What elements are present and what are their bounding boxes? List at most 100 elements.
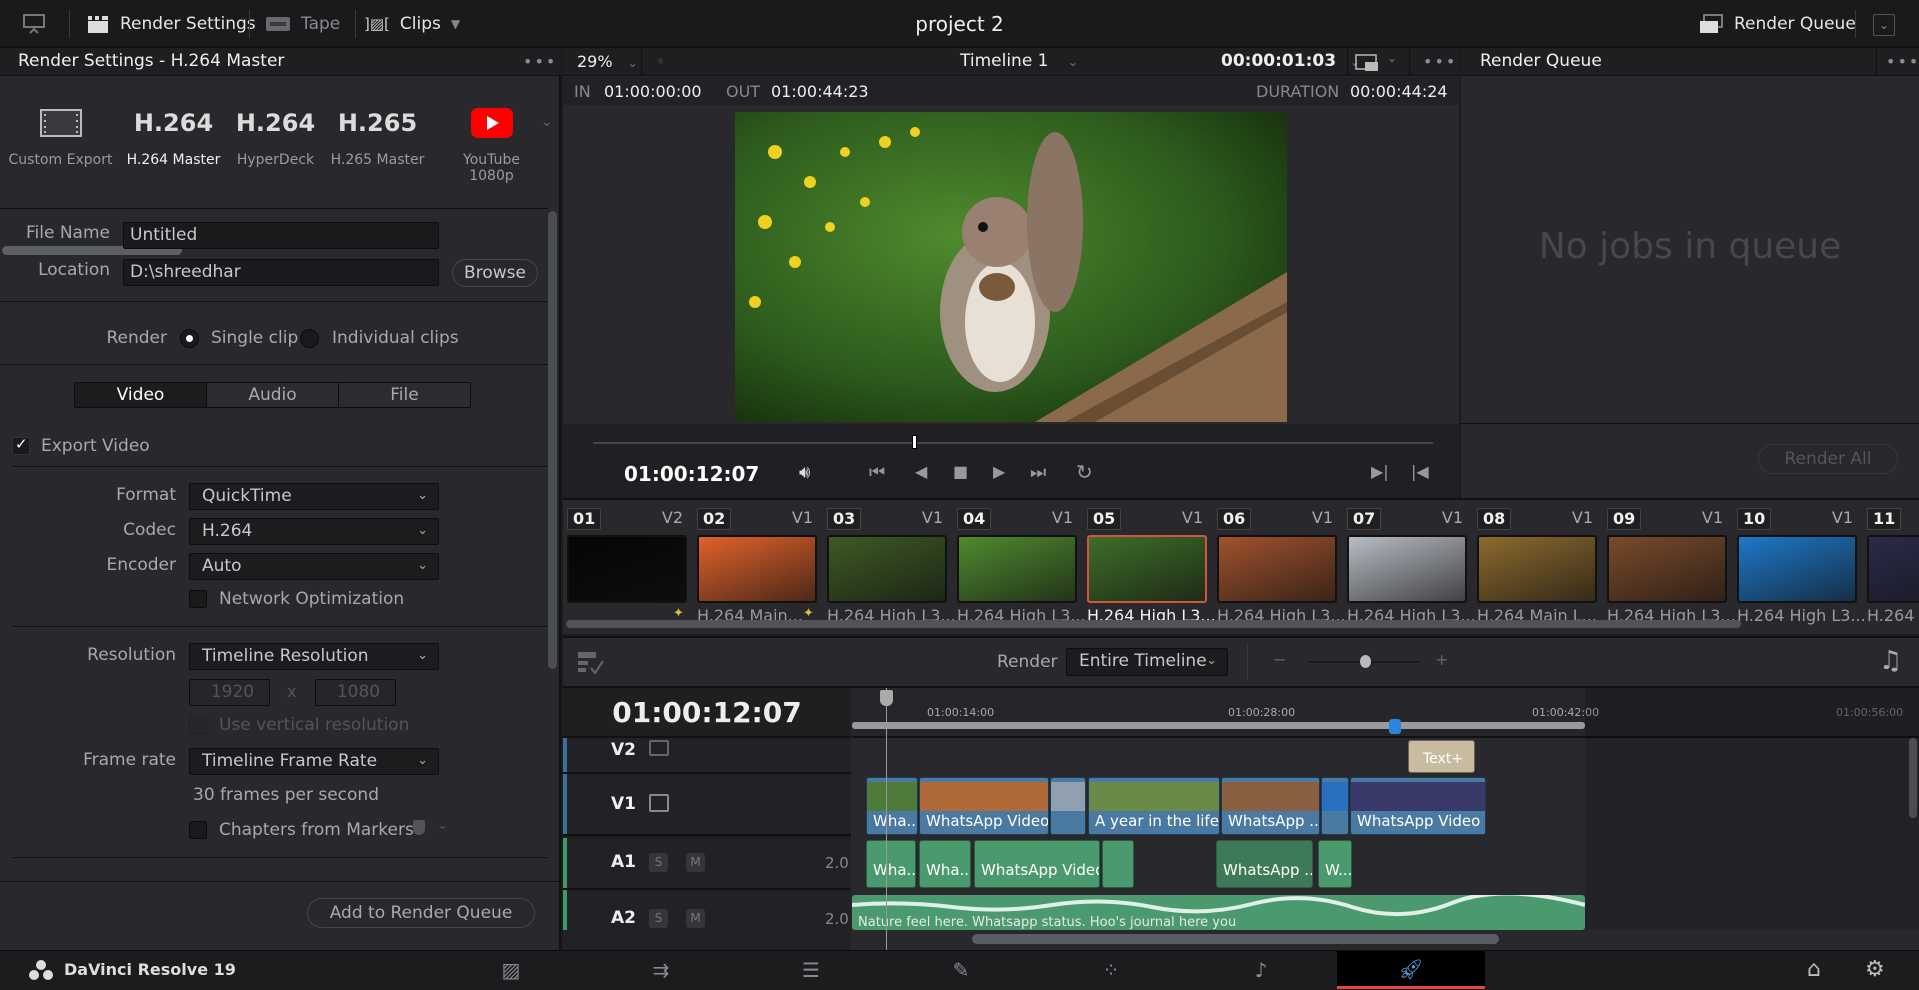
marker-color-icon[interactable] (413, 820, 425, 835)
settings-gear-icon[interactable]: ⚙︎ (1865, 957, 1885, 982)
mark-out-icon[interactable]: |◀︎ (1411, 462, 1429, 481)
render-range-bar[interactable] (852, 722, 1585, 729)
render-all-button[interactable]: Render All (1758, 444, 1898, 474)
music-note-icon[interactable]: ♫ (1879, 646, 1902, 676)
volume-icon[interactable]: 🔊︎ (799, 462, 810, 483)
more-options-icon[interactable]: ••• (1423, 52, 1457, 71)
tab-video[interactable]: Video (75, 383, 207, 407)
clip-thumbnail-10[interactable]: 10 V1 H.264 High L3... (1733, 504, 1866, 625)
audio-clip[interactable]: Wha... (919, 840, 971, 888)
zoom-slider-handle[interactable] (1360, 655, 1371, 668)
audio-clip[interactable]: Wha... (866, 840, 916, 888)
timeline-ruler[interactable]: 01:00:14:00 01:00:28:00 01:00:42:00 01:0… (852, 688, 1919, 738)
video-clip[interactable]: WhatsApp Video... (919, 777, 1049, 835)
frame-rate-dropdown[interactable]: Timeline Frame Rate ⌄ (189, 748, 439, 775)
tab-file[interactable]: File (339, 383, 470, 407)
preset-youtube-1080p[interactable]: YouTube 1080p (439, 76, 544, 184)
render-range-dropdown[interactable]: Entire Timeline ⌄ (1066, 648, 1228, 676)
preset-h265-master[interactable]: H.265 H.265 Master (325, 76, 430, 168)
scrubber-handle[interactable] (912, 435, 918, 449)
individual-clips-radio[interactable] (300, 329, 319, 348)
loop-icon[interactable]: ↻ (1076, 460, 1093, 484)
codec-dropdown[interactable]: H.264 ⌄ (189, 518, 439, 545)
render-settings-toggle[interactable]: Render Settings (86, 0, 256, 48)
color-page-icon[interactable]: ⁘ (1037, 951, 1185, 989)
resolution-dropdown[interactable]: Timeline Resolution ⌄ (189, 643, 439, 670)
browse-button[interactable]: Browse (452, 259, 538, 287)
video-clip[interactable] (1321, 777, 1349, 835)
play-reverse-icon[interactable]: ◀︎ (915, 462, 927, 481)
fusion-page-icon[interactable]: ✎ (887, 951, 1035, 989)
clip-thumbnail-01[interactable]: 01 V2 ✦ (563, 504, 687, 624)
presets-more-chevron-icon[interactable]: ⌄ (541, 114, 553, 130)
clip-thumbnail-02[interactable]: 02 V1 ✦ H.264 Main... (693, 504, 817, 625)
preset-h264-master[interactable]: H.264 H.264 Master (121, 76, 226, 168)
edit-page-icon[interactable]: ☰ (737, 951, 885, 989)
video-clip[interactable] (1050, 777, 1086, 835)
preset-hyperdeck[interactable]: H.264 HyperDeck (223, 76, 328, 168)
scrubber-track[interactable] (593, 442, 1433, 444)
clip-thumbnail-05[interactable]: 05 V1 H.264 High L3... (1083, 504, 1216, 625)
timeline-scrollbar[interactable] (972, 934, 1499, 944)
clip-thumbnail-08[interactable]: 08 V1 H.264 Main L... (1473, 504, 1597, 625)
playhead-line[interactable] (886, 688, 887, 952)
timeline-tracks-area[interactable]: 01:00:14:00 01:00:28:00 01:00:42:00 01:0… (852, 688, 1919, 952)
viewer-timecode[interactable]: 00:00:01:03 ⌄ (1221, 51, 1360, 71)
deliver-page-icon[interactable]: 🚀︎ (1337, 951, 1485, 989)
expand-button[interactable]: ⌄ (1873, 14, 1895, 36)
cut-page-icon[interactable]: ⇉ (587, 951, 735, 989)
go-to-start-icon[interactable]: ⏮︎ (869, 462, 885, 483)
export-video-checkbox[interactable]: ✓ (12, 435, 30, 455)
zoom-dropdown[interactable]: 29% ⌄ (577, 52, 638, 71)
chevron-down-icon[interactable]: ⌄ (1387, 51, 1397, 65)
mute-button[interactable]: M (686, 853, 705, 872)
clips-scrollbar[interactable] (566, 620, 1741, 628)
add-to-render-queue-button[interactable]: Add to Render Queue (307, 898, 535, 928)
clip-thumbnail-07[interactable]: 07 V1 H.264 High L3... (1343, 504, 1476, 625)
tape-toggle[interactable]: Tape (265, 0, 340, 48)
location-input[interactable]: D:\shreedhar (123, 259, 439, 286)
play-icon[interactable]: ▶︎ (993, 462, 1005, 481)
video-clip[interactable]: WhatsApp ... (1221, 777, 1320, 835)
stop-icon[interactable]: ■ (953, 462, 968, 481)
video-clip[interactable]: Wha... (866, 777, 918, 835)
audio-clip[interactable]: W... (1318, 840, 1352, 888)
zoom-out-icon[interactable]: − (1273, 650, 1286, 669)
render-queue-toggle[interactable]: Render Queue (1698, 0, 1856, 48)
file-name-input[interactable]: Untitled (123, 222, 439, 249)
mark-in-icon[interactable]: ▶︎| (1371, 462, 1389, 481)
preset-custom-export[interactable]: Custom Export (8, 76, 113, 168)
timeline-vertical-scrollbar[interactable] (1909, 738, 1917, 818)
chevron-down-icon[interactable]: ⌄ (437, 818, 448, 833)
render-in-out-button[interactable] (577, 650, 605, 680)
video-clip[interactable]: WhatsApp Video ... (1350, 777, 1486, 835)
clip-thumbnail-04[interactable]: 04 V1 H.264 High L3... (953, 504, 1086, 625)
track-header-a1[interactable]: A1 S M 2.0 (563, 838, 851, 890)
hq-proxy-button[interactable] (1355, 54, 1379, 76)
audio-clip[interactable] (1102, 840, 1134, 888)
a2-audio-clip[interactable]: Nature feel here. Whatsapp status. Hoo's… (852, 895, 1585, 930)
clip-thumbnail-03[interactable]: 03 V1 H.264 High L3... (823, 504, 956, 625)
settings-scrollbar[interactable] (548, 211, 557, 669)
solo-button[interactable]: S (649, 909, 668, 928)
clips-toggle[interactable]: ]▨[ Clips ▼ (364, 0, 460, 48)
clip-thumbnail-09[interactable]: 09 V1 H.264 High L3... (1603, 504, 1736, 625)
clip-thumbnail-06[interactable]: 06 V1 H.264 High L3... (1213, 504, 1346, 625)
clip-thumbnail-11[interactable]: 11 H.264 (1863, 504, 1919, 625)
timeline-dropdown[interactable]: Timeline 1 ⌄ (960, 51, 1078, 71)
track-header-a2[interactable]: A2 S M 2.0 (563, 890, 851, 952)
viewer-image[interactable] (735, 112, 1287, 422)
more-options-icon[interactable]: ••• (523, 48, 557, 75)
encoder-dropdown[interactable]: Auto ⌄ (189, 553, 439, 580)
network-optimization-checkbox[interactable] (189, 590, 207, 608)
zoom-in-icon[interactable]: + (1435, 650, 1448, 669)
track-header-v1[interactable]: V1 (563, 774, 851, 836)
format-dropdown[interactable]: QuickTime ⌄ (189, 483, 439, 510)
title-clip[interactable]: Text+ (1408, 740, 1475, 773)
video-clip[interactable]: A year in the life ... (1088, 777, 1220, 835)
fairlight-page-icon[interactable]: ♪ (1187, 951, 1335, 989)
more-options-icon[interactable]: ••• (1886, 52, 1919, 71)
workspace-toggle[interactable] (22, 0, 46, 48)
chapters-checkbox[interactable] (189, 821, 207, 839)
audio-clip[interactable]: WhatsApp ... (1216, 840, 1313, 888)
